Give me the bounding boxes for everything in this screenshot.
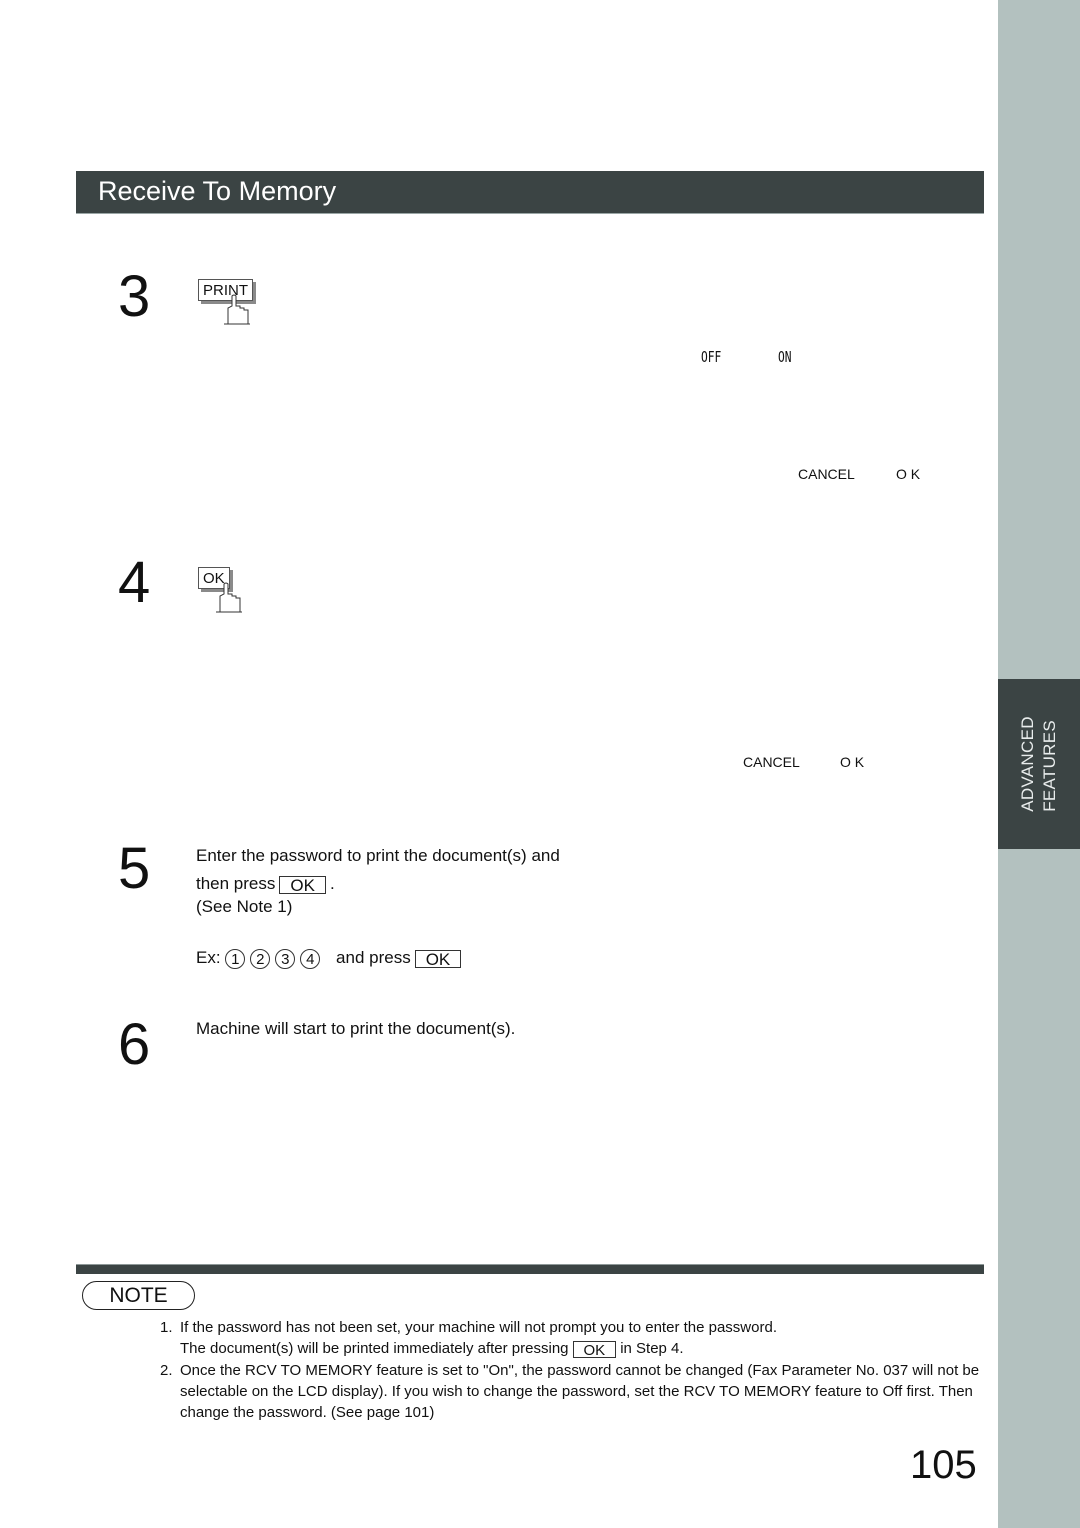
- digit-key-4[interactable]: 4: [300, 948, 321, 969]
- section-tab-label: ADVANCED FEATURES: [1017, 716, 1061, 812]
- press-hand-icon: [224, 294, 250, 325]
- digit-key-2[interactable]: 2: [250, 948, 271, 969]
- note-divider: [76, 1264, 984, 1274]
- step-4-number: 4: [118, 550, 151, 615]
- lcd-option-on: ON: [778, 348, 792, 366]
- note-item-1-line2-suffix: in Step 4.: [620, 1340, 684, 1357]
- step-5-number: 5: [118, 836, 151, 901]
- step-5-example: Ex: 1234 and press OK: [196, 947, 465, 969]
- example-and-press: and press: [336, 948, 411, 967]
- ok-key[interactable]: OK: [414, 949, 462, 968]
- section-tab-line1: ADVANCED: [1018, 716, 1038, 812]
- lcd-option-off: OFF: [701, 348, 722, 366]
- period: .: [329, 874, 335, 893]
- section-tab-line2: FEATURES: [1040, 719, 1060, 812]
- section-tab-advanced-features[interactable]: ADVANCED FEATURES: [998, 679, 1080, 849]
- note-item-1-line1: If the password has not been set, your m…: [180, 1319, 777, 1336]
- softkey-cancel[interactable]: CANCEL: [743, 754, 800, 770]
- note-item-number: 1.: [160, 1319, 173, 1336]
- note-label: NOTE: [82, 1281, 195, 1310]
- digit-key-1[interactable]: 1: [225, 948, 246, 969]
- section-title: Receive To Memory: [98, 176, 337, 206]
- section-title-bar: Receive To Memory: [76, 171, 984, 214]
- note-item-1-line2: The document(s) will be printed immediat…: [180, 1338, 990, 1359]
- step-6-number: 6: [118, 1012, 151, 1077]
- note-item-number: 2.: [160, 1362, 173, 1379]
- note-item-1: 1. If the password has not been set, you…: [160, 1317, 990, 1359]
- note-item-2-text: Once the RCV TO MEMORY feature is set to…: [180, 1362, 980, 1421]
- press-hand-icon: [216, 582, 242, 613]
- page-number: 105: [910, 1443, 977, 1487]
- softkey-cancel[interactable]: CANCEL: [798, 466, 855, 482]
- softkey-ok[interactable]: O K: [840, 754, 864, 770]
- step-6-text: Machine will start to print the document…: [196, 1019, 516, 1038]
- note-item-2: 2. Once the RCV TO MEMORY feature is set…: [160, 1360, 985, 1423]
- step-5-line2: then press OK.: [196, 873, 335, 895]
- step-5-line1: Enter the password to print the document…: [196, 846, 560, 865]
- example-label: Ex:: [196, 948, 221, 967]
- ok-key[interactable]: OK: [279, 875, 326, 894]
- note-item-1-line2-text: The document(s) will be printed immediat…: [180, 1340, 569, 1357]
- step-5-line2-text: then press: [196, 874, 276, 893]
- softkey-ok[interactable]: O K: [896, 466, 920, 482]
- ok-key[interactable]: OK: [572, 1340, 617, 1359]
- step-5-note-ref: (See Note 1): [196, 897, 293, 916]
- digit-key-3[interactable]: 3: [275, 948, 296, 969]
- step-3-number: 3: [118, 264, 151, 329]
